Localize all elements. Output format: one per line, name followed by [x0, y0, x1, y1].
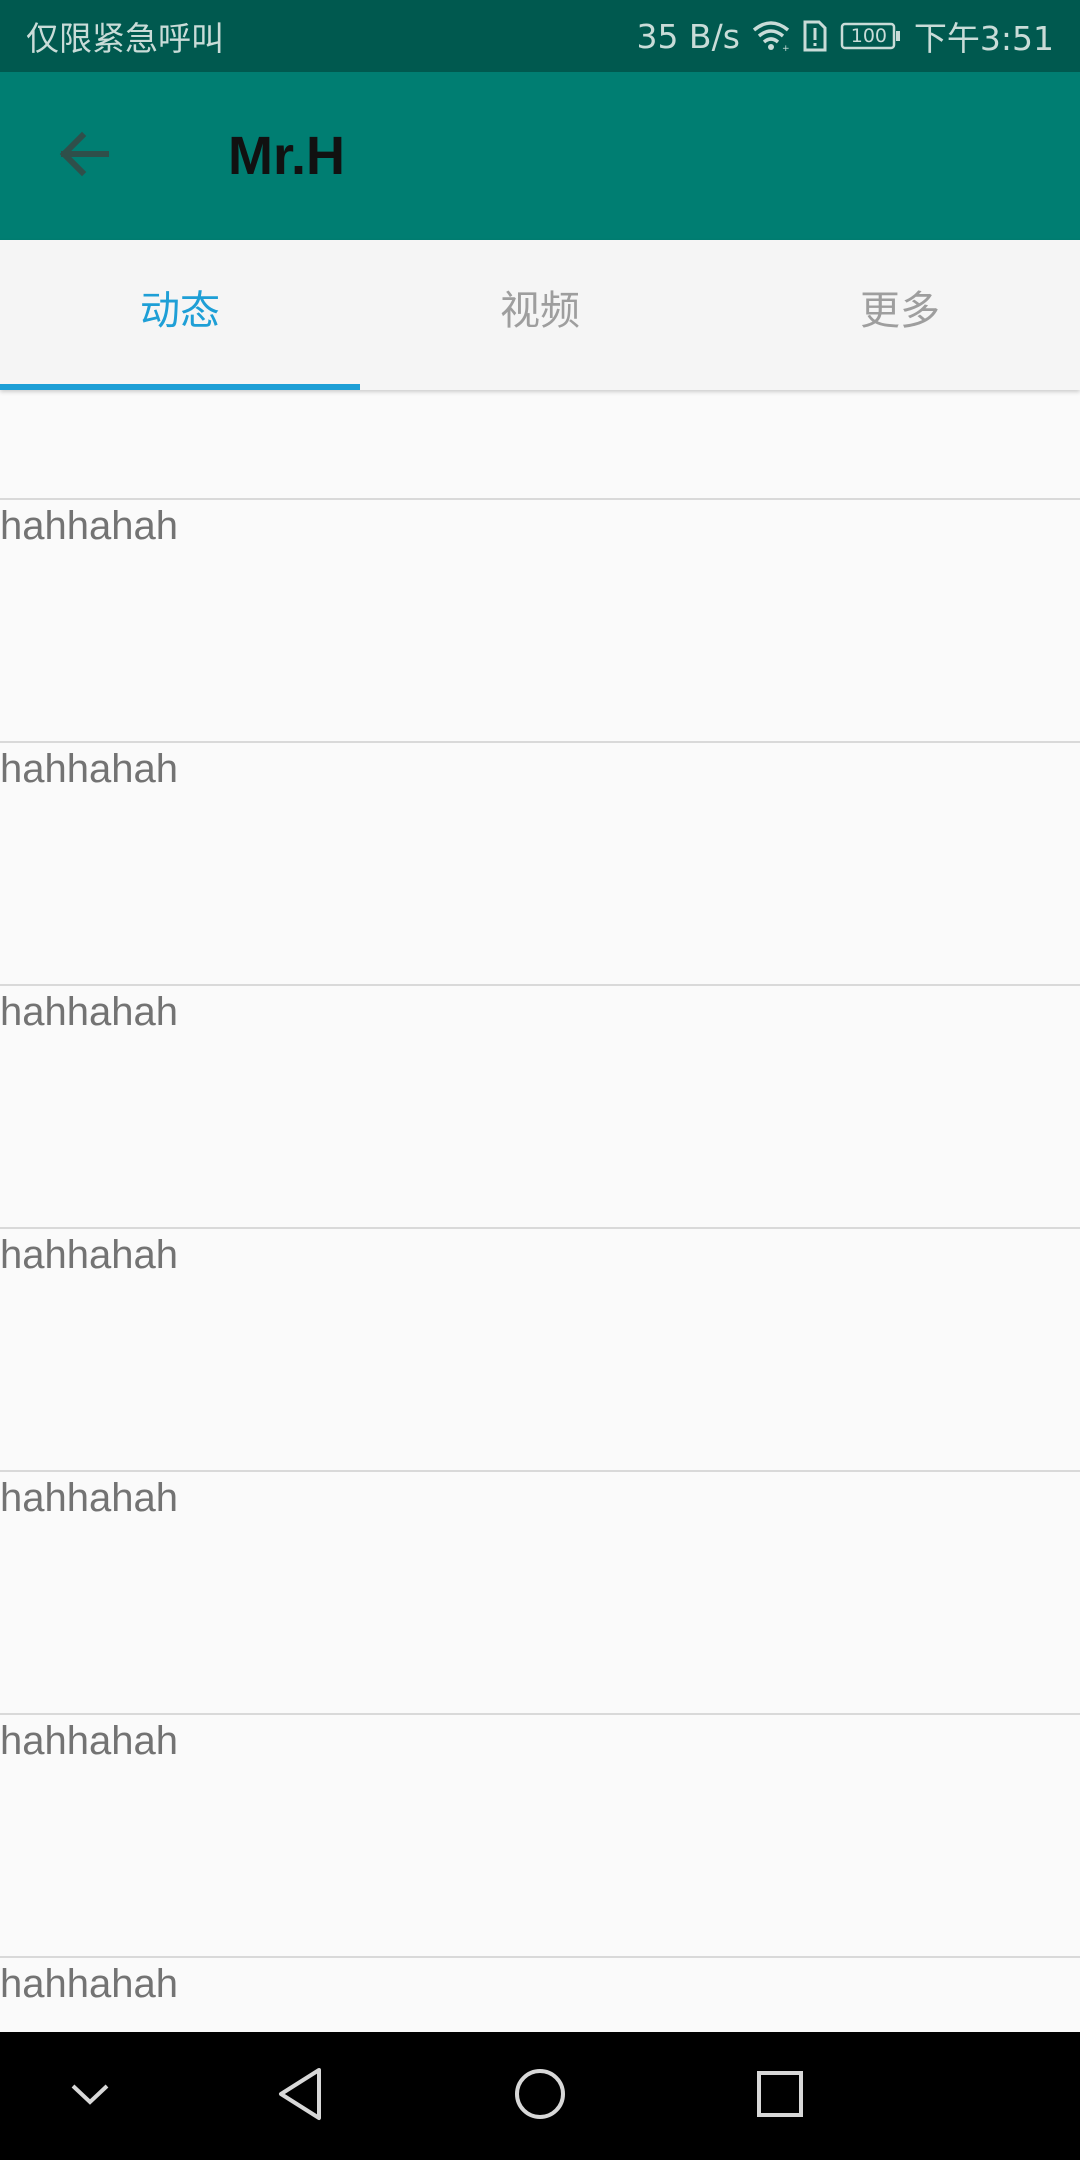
net-speed-text: 35 B/s	[636, 16, 740, 56]
list-item[interactable]: hahhahah	[0, 1715, 1080, 1958]
list-item[interactable]: hahhahah	[0, 1229, 1080, 1472]
tab-more[interactable]: 更多	[720, 240, 1080, 390]
battery-level-text: 100	[850, 25, 888, 47]
sim-alert-icon	[802, 19, 828, 53]
list-item-text: hahhahah	[0, 504, 178, 548]
list-item-text: hahhahah	[0, 747, 178, 791]
back-triangle-icon	[275, 2066, 325, 2126]
home-circle-icon	[512, 2066, 568, 2126]
carrier-text: 仅限紧急呼叫	[26, 19, 224, 58]
svg-text:+: +	[782, 44, 790, 52]
status-bar: 仅限紧急呼叫 35 B/s + 100 下午3:51	[0, 0, 1080, 72]
battery-icon: 100	[840, 21, 902, 51]
list-header	[0, 390, 1080, 500]
nav-home-button[interactable]	[480, 2032, 600, 2160]
system-nav-bar	[0, 2032, 1080, 2160]
list-item[interactable]: hahhahah	[0, 1472, 1080, 1715]
page-title: Mr.H	[228, 126, 346, 186]
clock-text: 下午3:51	[913, 19, 1054, 58]
list-item-text: hahhahah	[0, 990, 178, 1034]
list-item-text: hahhahah	[0, 1233, 178, 1277]
chevron-down-icon	[68, 2079, 112, 2113]
tab-indicator	[0, 384, 360, 390]
arrow-left-icon	[56, 126, 112, 186]
list-item[interactable]: hahhahah	[0, 500, 1080, 743]
tab-label: 动态	[140, 288, 220, 334]
tab-label: 视频	[500, 288, 580, 334]
list-item[interactable]: hahhahah	[0, 743, 1080, 986]
content-list[interactable]: hahhahah hahhahah hahhahah hahhahah hahh…	[0, 390, 1080, 2032]
nav-back-button[interactable]	[240, 2032, 360, 2160]
list-item[interactable]: hahhahah	[0, 986, 1080, 1229]
list-item-text: hahhahah	[0, 1719, 178, 1763]
tab-label: 更多	[860, 288, 940, 334]
recents-square-icon	[755, 2069, 805, 2123]
list-item-text: hahhahah	[0, 1476, 178, 1520]
hide-nav-button[interactable]	[30, 2032, 150, 2160]
app-bar: Mr.H	[0, 72, 1080, 240]
wifi-icon: +	[752, 20, 790, 52]
nav-recents-button[interactable]	[720, 2032, 840, 2160]
tab-bar: 动态 视频 更多	[0, 240, 1080, 390]
list-item[interactable]: hahhahah	[0, 1958, 1080, 2032]
tab-dynamics[interactable]: 动态	[0, 240, 360, 390]
back-button[interactable]	[44, 116, 124, 196]
tab-videos[interactable]: 视频	[360, 240, 720, 390]
list-item-text: hahhahah	[0, 1962, 178, 2006]
